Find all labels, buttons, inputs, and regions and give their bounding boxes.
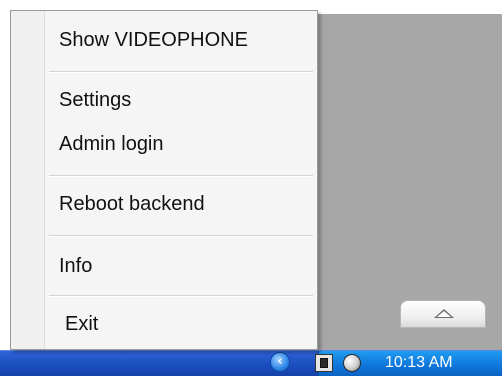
menu-separator: [49, 71, 313, 73]
up-arrow-icon: [434, 309, 454, 318]
tray-context-menu: Show VIDEOPHONE Settings Admin login Reb…: [10, 10, 318, 350]
menu-item-show-videophone[interactable]: Show VIDEOPHONE: [47, 23, 317, 57]
menu-item-settings[interactable]: Settings: [47, 83, 317, 117]
speaker-icon[interactable]: [343, 354, 361, 372]
menu-separator: [49, 235, 313, 237]
menu-separator: [49, 295, 313, 297]
menu-item-info[interactable]: Info: [47, 249, 317, 283]
menu-item-reboot-backend[interactable]: Reboot backend: [47, 187, 317, 221]
chevron-left-icon[interactable]: ‹: [270, 352, 290, 372]
menu-icon-gutter: [11, 11, 45, 349]
menu-separator: [49, 175, 313, 177]
menu-item-exit[interactable]: Exit: [47, 307, 317, 341]
app-tray-icon[interactable]: [315, 354, 333, 372]
show-hidden-icons-button[interactable]: [400, 300, 486, 328]
menu-item-admin-login[interactable]: Admin login: [47, 127, 317, 161]
tray-clock[interactable]: 10:13 AM: [385, 350, 495, 376]
